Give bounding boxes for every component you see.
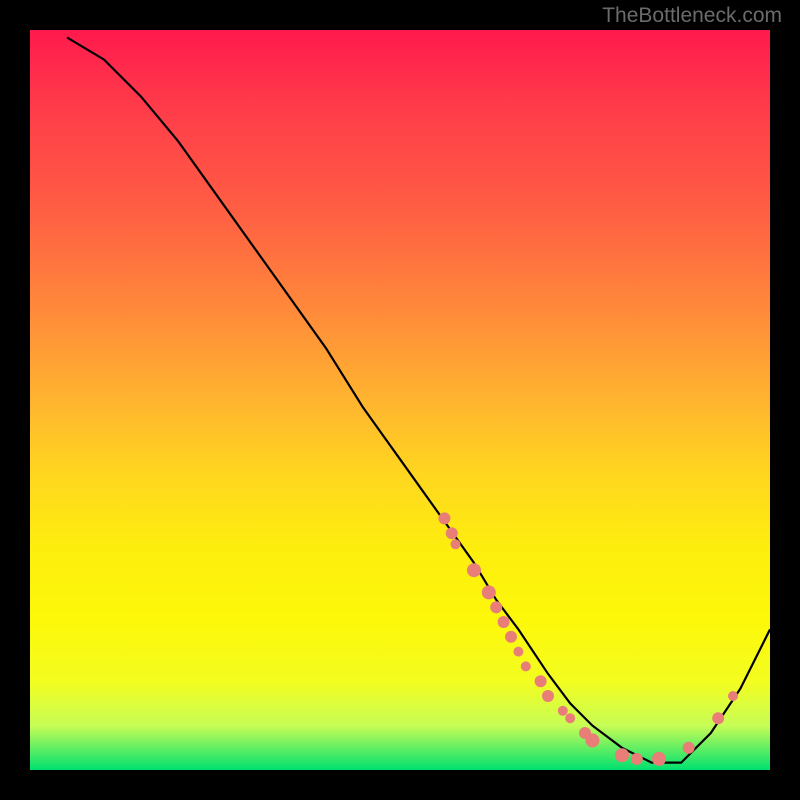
highlight-point — [482, 585, 496, 599]
highlight-point — [438, 512, 450, 524]
highlight-point — [585, 733, 599, 747]
highlight-point — [513, 647, 523, 657]
highlight-point — [558, 706, 568, 716]
watermark-text: TheBottleneck.com — [602, 4, 782, 28]
plot-area — [30, 30, 770, 770]
highlight-point — [615, 748, 629, 762]
highlight-point — [505, 631, 517, 643]
highlight-point — [683, 742, 695, 754]
highlight-point — [631, 753, 643, 765]
highlight-points — [438, 512, 738, 766]
highlight-point — [535, 675, 547, 687]
highlight-point — [542, 690, 554, 702]
highlight-point — [652, 752, 666, 766]
chart-svg — [30, 30, 770, 770]
highlight-point — [467, 563, 481, 577]
highlight-point — [451, 539, 461, 549]
bottleneck-curve — [67, 37, 770, 762]
highlight-point — [565, 713, 575, 723]
highlight-point — [446, 527, 458, 539]
highlight-point — [498, 616, 510, 628]
highlight-point — [490, 601, 502, 613]
highlight-point — [521, 661, 531, 671]
highlight-point — [728, 691, 738, 701]
highlight-point — [712, 712, 724, 724]
